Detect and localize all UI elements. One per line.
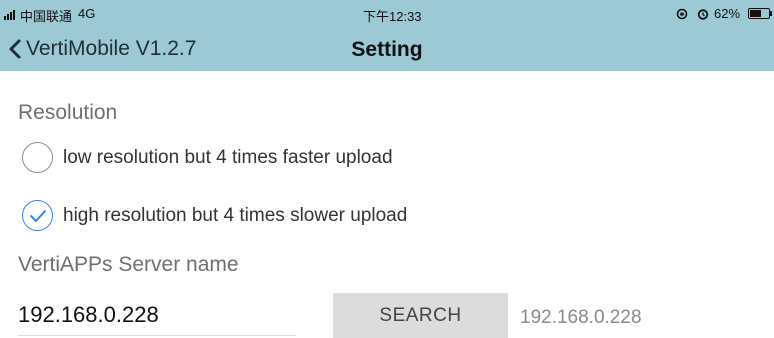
orientation-lock-icon xyxy=(676,7,688,20)
radio-unchecked-icon[interactable] xyxy=(22,142,53,173)
network-label: 4G xyxy=(78,6,96,21)
resolution-heading: Resolution xyxy=(18,101,118,124)
status-time: 下午12:33 xyxy=(363,9,422,24)
page-title: Setting xyxy=(351,38,423,61)
app-header: 中国联通 4G 下午12:33 62% VertiMobile V1.2.7 S… xyxy=(0,0,774,71)
radio-option-label: high resolution but 4 times slower uploa… xyxy=(63,204,408,226)
radio-checked-icon[interactable] xyxy=(22,200,53,231)
battery-icon xyxy=(748,8,774,19)
server-result-value: 192.168.0.228 xyxy=(520,307,642,328)
search-button[interactable]: SEARCH xyxy=(333,293,508,338)
carrier-label: 中国联通 xyxy=(20,9,73,24)
server-name-heading: VertiAPPs Server name xyxy=(18,253,239,276)
alarm-icon xyxy=(697,7,709,20)
radio-option-high-resolution[interactable]: high resolution but 4 times slower uploa… xyxy=(22,200,407,231)
radio-option-low-resolution[interactable]: low resolution but 4 times faster upload xyxy=(22,142,393,173)
battery-percent: 62% xyxy=(714,6,741,21)
signal-icon xyxy=(4,10,15,20)
radio-option-label: low resolution but 4 times faster upload xyxy=(63,146,393,168)
server-name-input[interactable] xyxy=(18,294,296,336)
